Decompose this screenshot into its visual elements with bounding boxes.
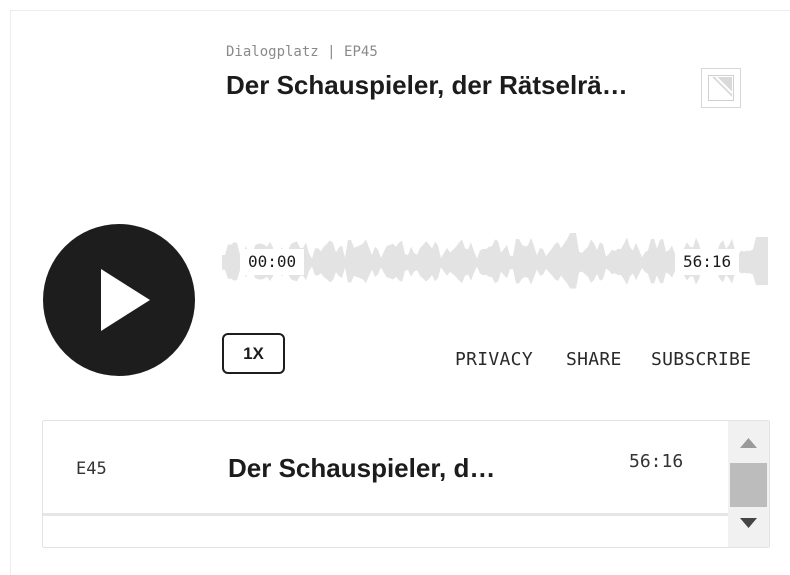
episode-title: Der Schauspieler, der Rätselrä…	[226, 70, 628, 100]
player-links: PRIVACY SHARE SUBSCRIBE	[455, 349, 768, 373]
episode-code: EP45	[344, 44, 378, 60]
no-image-icon	[708, 75, 734, 101]
triangle-down-icon	[740, 518, 757, 528]
playlist-scrollbar[interactable]	[728, 421, 769, 547]
play-icon	[101, 269, 150, 331]
scroll-up-button[interactable]	[728, 429, 769, 459]
playlist-episode-duration: 56:16	[629, 451, 684, 472]
current-time: 00:00	[240, 249, 305, 275]
privacy-link[interactable]: PRIVACY	[455, 349, 533, 370]
playlist-episode-number: E45	[76, 459, 107, 479]
episode-playlist: E45 Der Schauspieler, d… 56:16	[42, 420, 770, 548]
subscribe-link[interactable]: SUBSCRIBE	[651, 349, 751, 370]
show-meta: Dialogplatz | EP45	[226, 44, 378, 60]
meta-separator: |	[327, 44, 336, 60]
playback-speed-button[interactable]: 1X	[222, 333, 285, 374]
duration-time: 56:16	[675, 249, 740, 275]
triangle-up-icon	[740, 438, 757, 448]
cover-art	[701, 68, 741, 108]
play-button[interactable]	[43, 224, 195, 376]
scrollbar-thumb[interactable]	[730, 463, 767, 507]
playlist-episode-title: Der Schauspieler, d…	[228, 453, 496, 483]
playlist-row[interactable]: E45 Der Schauspieler, d… 56:16	[43, 421, 728, 516]
show-name: Dialogplatz	[226, 44, 319, 60]
scroll-down-button[interactable]	[728, 509, 769, 539]
share-link[interactable]: SHARE	[566, 349, 622, 370]
